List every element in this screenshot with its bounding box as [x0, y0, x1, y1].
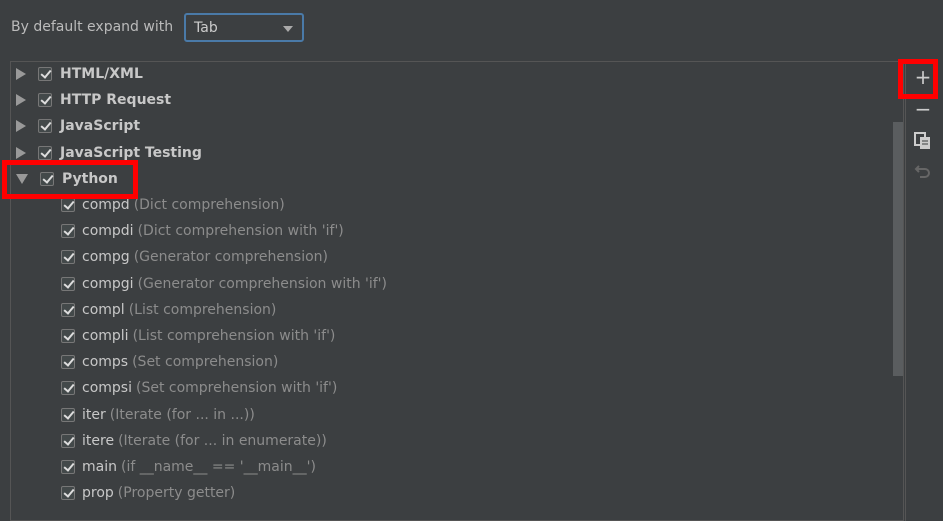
- vertical-scrollbar[interactable]: [893, 122, 903, 376]
- template-item[interactable]: compl (List comprehension): [61, 297, 276, 323]
- group-checkbox[interactable]: [38, 145, 52, 160]
- group-checkbox[interactable]: [38, 67, 52, 81]
- group-checkbox[interactable]: [38, 119, 52, 134]
- template-abbreviation: compgi: [82, 275, 134, 292]
- template-checkbox[interactable]: [61, 407, 75, 422]
- expand-arrow-icon[interactable]: [16, 146, 26, 159]
- group-label: JavaScript: [60, 118, 141, 135]
- template-item[interactable]: main (if __name__ == '__main__'): [61, 454, 316, 480]
- template-abbreviation: compg: [82, 249, 130, 266]
- group-label: HTML/XML: [60, 66, 143, 82]
- template-abbreviation: compdi: [82, 223, 134, 240]
- expand-arrow-icon[interactable]: [16, 94, 26, 107]
- templates-toolbar: + −: [905, 61, 940, 521]
- template-description: (Iterate (for ... in enumerate)): [118, 432, 327, 449]
- template-item[interactable]: compdi (Dict comprehension with 'if'): [61, 218, 344, 244]
- group-checkbox[interactable]: [38, 93, 52, 108]
- template-checkbox[interactable]: [61, 433, 75, 448]
- undo-icon: [914, 165, 930, 178]
- template-checkbox[interactable]: [61, 329, 75, 343]
- template-description: (Generator comprehension): [133, 249, 328, 266]
- template-description: (Property getter): [117, 485, 236, 502]
- template-item[interactable]: compg (Generator comprehension): [61, 244, 328, 270]
- template-description: (Iterate (for ... in ...)): [109, 406, 255, 423]
- template-checkbox[interactable]: [61, 486, 75, 501]
- group-label: JavaScript Testing: [60, 144, 202, 161]
- group-label: HTTP Request: [60, 92, 172, 109]
- template-abbreviation: main: [82, 459, 117, 475]
- expand-arrow-icon[interactable]: [16, 68, 26, 80]
- copy-icon: [914, 132, 930, 149]
- template-abbreviation: compl: [82, 301, 125, 318]
- template-description: (Dict comprehension with 'if'): [137, 223, 344, 240]
- template-checkbox[interactable]: [61, 250, 75, 265]
- expand-with-label: By default expand with: [11, 19, 174, 35]
- template-description: (List comprehension with 'if'): [132, 328, 336, 344]
- template-checkbox[interactable]: [61, 460, 75, 474]
- template-description: (if __name__ == '__main__'): [120, 459, 316, 475]
- template-abbreviation: comps: [82, 354, 129, 371]
- template-abbreviation: iter: [82, 406, 106, 423]
- template-abbreviation: itere: [82, 432, 115, 449]
- python-group-highlight: [2, 160, 138, 199]
- template-abbreviation: compd: [82, 197, 130, 213]
- add-button-highlight: [898, 59, 938, 99]
- template-description: (Generator comprehension with 'if'): [137, 275, 387, 292]
- dropdown-value: Tab: [194, 20, 218, 36]
- template-checkbox[interactable]: [61, 198, 75, 212]
- template-description: (Set comprehension with 'if'): [135, 380, 338, 397]
- template-checkbox[interactable]: [61, 355, 75, 370]
- copy-button[interactable]: [911, 131, 935, 155]
- template-checkbox[interactable]: [61, 381, 75, 396]
- template-group-http-request[interactable]: HTTP Request: [16, 87, 171, 113]
- remove-button[interactable]: −: [911, 97, 935, 121]
- expand-key-dropdown[interactable]: Tab: [184, 13, 304, 42]
- template-item[interactable]: comps (Set comprehension): [61, 349, 278, 375]
- template-item[interactable]: iter (Iterate (for ... in ...)): [61, 402, 255, 428]
- template-description: (List comprehension): [128, 301, 277, 318]
- template-abbreviation: prop: [82, 485, 114, 502]
- expand-arrow-icon[interactable]: [16, 120, 26, 133]
- template-item[interactable]: prop (Property getter): [61, 480, 235, 506]
- template-item[interactable]: itere (Iterate (for ... in enumerate)): [61, 428, 327, 454]
- template-item[interactable]: compgi (Generator comprehension with 'if'…: [61, 271, 387, 297]
- template-abbreviation: compsi: [82, 380, 132, 397]
- template-item[interactable]: compli (List comprehension with 'if'): [61, 323, 335, 349]
- template-description: (Set comprehension): [132, 354, 279, 371]
- restore-button[interactable]: [911, 161, 935, 185]
- template-group-javascript[interactable]: JavaScript: [16, 113, 140, 139]
- template-checkbox[interactable]: [61, 224, 75, 239]
- template-description: (Dict comprehension): [133, 197, 285, 213]
- chevron-down-icon: [283, 26, 293, 32]
- template-item[interactable]: compsi (Set comprehension with 'if'): [61, 375, 337, 401]
- template-abbreviation: compli: [82, 328, 129, 344]
- template-group-html-xml[interactable]: HTML/XML: [16, 61, 143, 87]
- template-checkbox[interactable]: [61, 276, 75, 291]
- template-checkbox[interactable]: [61, 302, 75, 317]
